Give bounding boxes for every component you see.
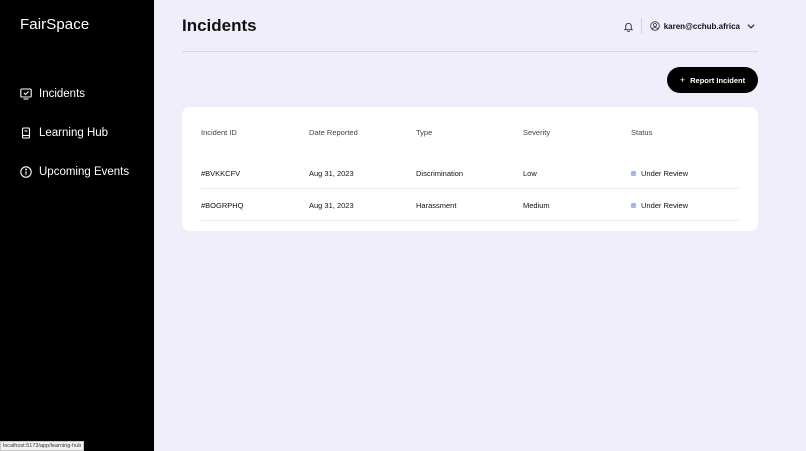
- topbar: karen@cchub.africa: [623, 18, 756, 34]
- status-label: Under Review: [641, 169, 689, 178]
- column-header-severity: Severity: [523, 128, 551, 137]
- sidebar-item-incidents[interactable]: Incidents: [20, 88, 85, 100]
- user-email: karen@cchub.africa: [663, 21, 740, 31]
- table-row[interactable]: #BVKKCFV Aug 31, 2023 Discrimination Low…: [201, 157, 739, 189]
- book-icon: [20, 127, 32, 139]
- incidents-icon: [20, 88, 32, 100]
- sidebar: FairSpace Incidents Learning Hub Upcomin…: [0, 0, 154, 451]
- column-header-type: Type: [416, 128, 433, 137]
- info-icon: [20, 166, 32, 178]
- header-divider: [182, 51, 758, 52]
- status-badge: Under Review: [631, 201, 688, 210]
- column-header-date-reported: Date Reported: [309, 128, 358, 137]
- table-row[interactable]: #BOGRPHQ Aug 31, 2023 Harassment Medium …: [201, 189, 739, 221]
- sidebar-item-upcoming-events[interactable]: Upcoming Events: [20, 166, 129, 178]
- sidebar-item-learning-hub[interactable]: Learning Hub: [20, 127, 108, 139]
- status-dot-icon: [631, 203, 636, 208]
- incident-type: Harassment: [416, 201, 457, 210]
- severity: Low: [523, 169, 537, 178]
- chevron-down-icon: [747, 24, 755, 29]
- column-header-incident-id: Incident ID: [201, 128, 237, 137]
- user-avatar-icon: [649, 21, 660, 31]
- main-content: Incidents karen@cchub.africa + Report In…: [154, 0, 806, 451]
- user-menu[interactable]: karen@cchub.africa: [649, 21, 756, 31]
- status-label: Under Review: [641, 201, 689, 210]
- status-dot-icon: [631, 171, 636, 176]
- status-badge: Under Review: [631, 169, 688, 178]
- severity: Medium: [523, 201, 550, 210]
- report-incident-button[interactable]: + Report Incident: [667, 67, 758, 93]
- plus-icon: +: [679, 75, 686, 85]
- date-reported: Aug 31, 2023: [309, 169, 354, 178]
- incident-id: #BOGRPHQ: [201, 201, 244, 210]
- incident-type: Discrimination: [416, 169, 464, 178]
- incident-id: #BVKKCFV: [201, 169, 241, 178]
- sidebar-item-label: Learning Hub: [39, 127, 109, 139]
- sidebar-item-label: Upcoming Events: [39, 166, 130, 178]
- table-header: Incident ID Date Reported Type Severity …: [201, 128, 739, 138]
- page-title: Incidents: [182, 16, 257, 35]
- brand-logo[interactable]: FairSpace: [20, 16, 89, 33]
- date-reported: Aug 31, 2023: [309, 201, 354, 210]
- incidents-table: Incident ID Date Reported Type Severity …: [182, 107, 758, 231]
- browser-status-url: localhost:5173/app/learning-hub: [0, 441, 85, 451]
- sidebar-item-label: Incidents: [39, 88, 86, 100]
- topbar-divider: [640, 18, 642, 34]
- column-header-status: Status: [631, 128, 653, 137]
- bell-icon[interactable]: [623, 21, 634, 32]
- report-incident-label: Report Incident: [690, 75, 746, 85]
